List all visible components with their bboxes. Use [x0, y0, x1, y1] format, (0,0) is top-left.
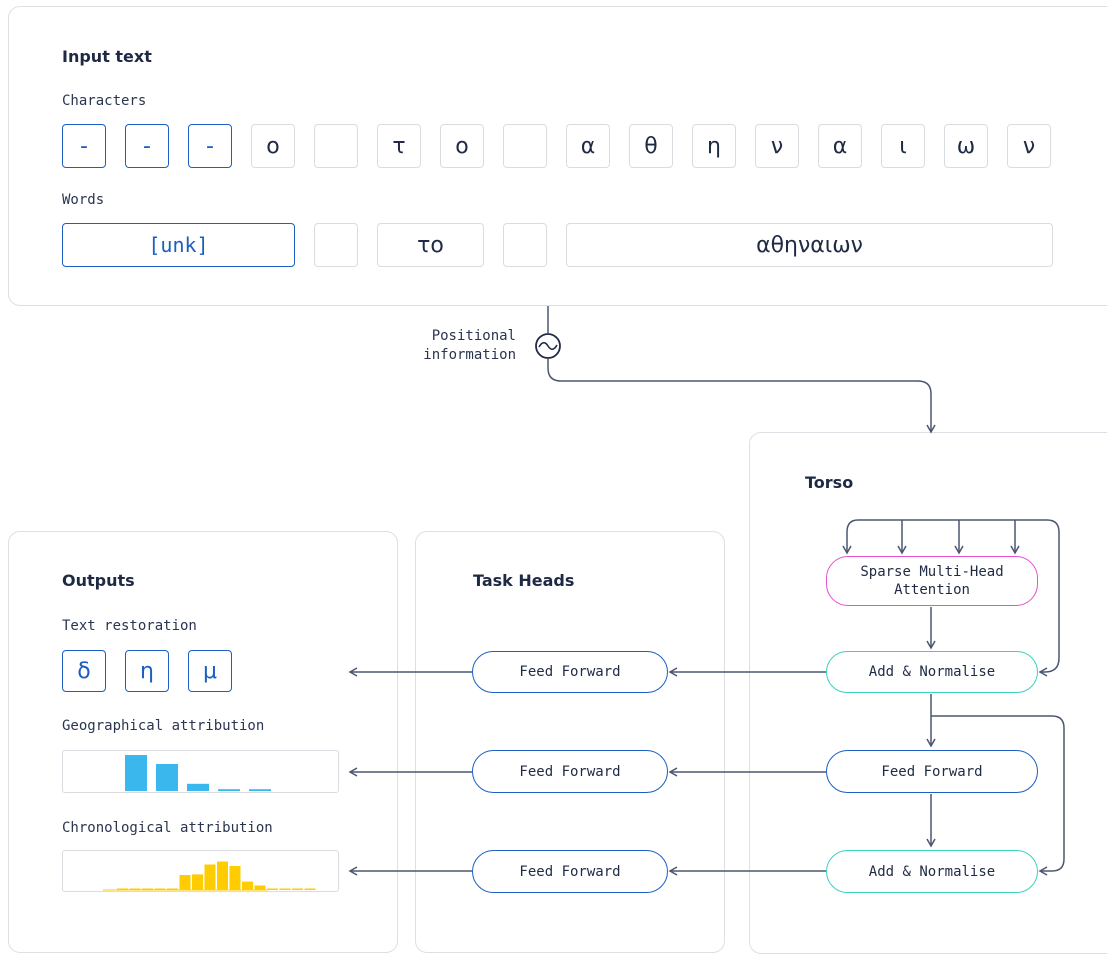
- geographical-attribution-label: Geographical attribution: [62, 718, 265, 734]
- restored-char: μ: [188, 650, 232, 692]
- geographical-attribution-chart: [125, 755, 271, 791]
- add-normalise-node-1: Add & Normalise: [826, 651, 1038, 693]
- chart-bar: [218, 789, 240, 791]
- chart-bar: [304, 888, 316, 890]
- attention-line-1: Sparse Multi-Head: [860, 564, 1004, 580]
- chart-bar: [217, 861, 228, 890]
- restored-char: δ: [62, 650, 106, 692]
- chart-bar: [242, 881, 253, 890]
- positional-line-1: Positional: [431, 328, 516, 344]
- chart-bar: [167, 888, 178, 890]
- attention-line-2: Attention: [894, 582, 970, 598]
- add-normalise-node-2: Add & Normalise: [826, 850, 1038, 893]
- chronological-attribution-label: Chronological attribution: [62, 820, 273, 836]
- chart-bar: [117, 888, 128, 890]
- chart-bar: [125, 755, 147, 791]
- chart-bar: [279, 888, 291, 890]
- chart-bar: [187, 783, 209, 791]
- positional-information-label: Positional information: [423, 327, 516, 365]
- chart-bar: [142, 888, 153, 890]
- chart-bar: [267, 888, 278, 890]
- chart-bar: [229, 866, 241, 890]
- positional-encoding-icon: [535, 333, 561, 359]
- task-head-feed-forward-3: Feed Forward: [472, 850, 668, 893]
- text-restoration-label: Text restoration: [62, 618, 197, 634]
- restored-char: η: [125, 650, 169, 692]
- geographical-chart-box: [62, 750, 339, 793]
- chart-bar: [254, 885, 266, 890]
- task-head-feed-forward-2: Feed Forward: [472, 750, 668, 793]
- positional-line-2: information: [423, 347, 516, 363]
- chart-bar: [156, 764, 178, 791]
- chart-bar: [249, 789, 271, 791]
- chart-bar: [204, 864, 216, 890]
- task-head-feed-forward-1: Feed Forward: [472, 651, 668, 693]
- chart-bar: [192, 874, 203, 890]
- chart-bar: [129, 888, 141, 890]
- chronological-attribution-chart: [103, 861, 316, 891]
- chart-bar: [154, 888, 166, 890]
- chart-bar: [292, 888, 303, 890]
- sparse-attention-node: Sparse Multi-Head Attention: [826, 556, 1038, 606]
- chart-bar: [179, 875, 191, 890]
- torso-feed-forward-node: Feed Forward: [826, 750, 1038, 793]
- chronological-chart-box: [62, 850, 339, 892]
